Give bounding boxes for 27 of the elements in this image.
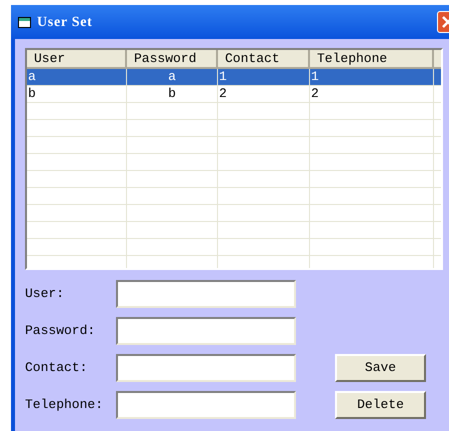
table-cell-text: b	[167, 86, 177, 102]
table-cell-text: 2	[311, 86, 320, 102]
table-cell-text: a	[167, 69, 177, 85]
table-cell-text: 1	[311, 69, 320, 85]
table-row[interactable]: a a 1 1	[27, 69, 441, 86]
column-header	[434, 50, 441, 69]
field-label: User:	[25, 285, 66, 304]
table-cell-text: a	[28, 69, 37, 85]
input-field[interactable]	[116, 391, 296, 419]
column-header[interactable]: Password	[127, 50, 218, 69]
window-title: User Set	[37, 14, 92, 32]
column-header[interactable]: Telephone	[310, 50, 434, 69]
input-field[interactable]	[116, 317, 296, 345]
table-cell-text: b	[28, 86, 37, 102]
window-icon	[18, 16, 31, 28]
table-row[interactable]: b b 2 2	[27, 86, 441, 103]
column-header[interactable]: Contact	[218, 50, 310, 69]
input-field[interactable]	[116, 280, 296, 308]
field-label: Password:	[25, 322, 96, 340]
field-label: Contact:	[25, 359, 88, 378]
table-cell-text: 1	[219, 69, 228, 85]
table-cell-text: 2	[219, 86, 228, 102]
action-button[interactable]: Save	[335, 354, 426, 382]
input-field[interactable]	[116, 354, 296, 382]
column-header[interactable]: User	[27, 50, 127, 69]
action-button[interactable]: Delete	[335, 391, 426, 419]
field-label: Telephone:	[25, 396, 104, 414]
